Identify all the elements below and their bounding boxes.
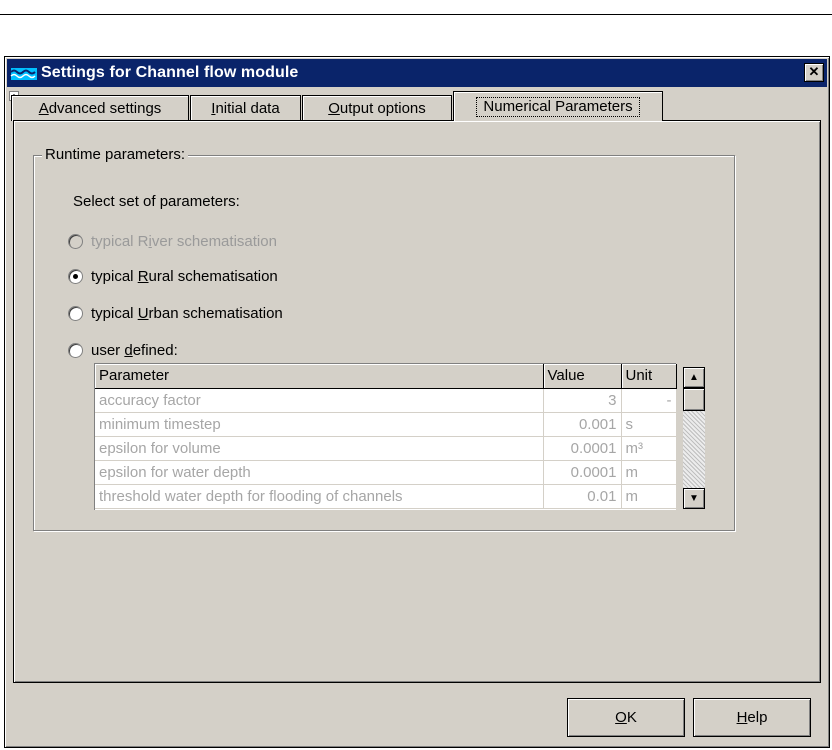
parameters-grid[interactable]: Parameter Value Unit accuracy factor 3 -… — [94, 363, 677, 510]
unit-cell[interactable]: m — [621, 484, 677, 509]
title-bar[interactable]: Settings for Channel flow module ✕ — [7, 59, 827, 87]
radio-label: typical Urban schematisation — [91, 305, 283, 322]
tab-label: Numerical Parameters — [476, 96, 640, 117]
value-cell[interactable]: 0.0001 — [543, 460, 622, 485]
radio-rural-schematisation[interactable]: typical Rural schematisation — [68, 268, 278, 285]
grid-vertical-scrollbar[interactable]: ▲ ▼ — [683, 367, 705, 509]
column-header-unit[interactable]: Unit — [621, 364, 677, 389]
tab-label: Advanced settings — [38, 100, 162, 117]
parameter-cell[interactable]: minimum timestep — [95, 412, 544, 437]
unit-cell[interactable]: s — [621, 412, 677, 437]
parameter-cell[interactable]: epsilon for water depth — [95, 460, 544, 485]
close-button[interactable]: ✕ — [804, 63, 824, 82]
scroll-down-button[interactable]: ▼ — [683, 488, 705, 509]
tab-initial-data[interactable]: Initial data — [190, 95, 301, 121]
radio-user-defined[interactable]: user defined: — [68, 342, 178, 359]
scroll-up-button[interactable]: ▲ — [683, 367, 705, 388]
ok-button[interactable]: OK — [567, 698, 685, 737]
radio-button[interactable] — [68, 343, 83, 358]
document-rule — [0, 14, 832, 15]
tab-label: Initial data — [211, 100, 280, 117]
close-icon: ✕ — [808, 64, 820, 79]
value-cell[interactable]: 0.01 — [543, 484, 622, 509]
tab-output-options[interactable]: Output options — [302, 95, 452, 121]
radio-label: typical Rural schematisation — [91, 268, 278, 285]
unit-cell[interactable]: m³ — [621, 436, 677, 461]
radio-urban-schematisation[interactable]: typical Urban schematisation — [68, 305, 283, 322]
tab-advanced-settings[interactable]: Advanced settings — [11, 95, 189, 121]
parameter-cell[interactable]: epsilon for volume — [95, 436, 544, 461]
radio-river-schematisation[interactable]: typical River schematisation — [68, 233, 277, 250]
grid-header-row: Parameter Value Unit — [95, 364, 677, 389]
arrow-down-icon: ▼ — [689, 493, 699, 504]
value-cell[interactable]: 3 — [543, 388, 622, 413]
table-row[interactable]: threshold water depth for flooding of ch… — [95, 484, 677, 509]
table-row[interactable]: accuracy factor 3 - — [95, 388, 677, 413]
ok-button-label: OK — [615, 709, 637, 726]
radio-label: user defined: — [91, 342, 178, 359]
parameter-cell[interactable]: accuracy factor — [95, 388, 544, 413]
value-cell[interactable]: 0.0001 — [543, 436, 622, 461]
table-row[interactable]: epsilon for water depth 0.0001 m — [95, 460, 677, 485]
select-set-label: Select set of parameters: — [73, 193, 240, 210]
radio-label: typical River schematisation — [91, 233, 277, 250]
arrow-up-icon: ▲ — [689, 372, 699, 383]
unit-cell[interactable]: m — [621, 460, 677, 485]
column-header-value[interactable]: Value — [543, 364, 622, 389]
column-header-parameter[interactable]: Parameter — [95, 364, 544, 389]
scroll-thumb[interactable] — [683, 388, 705, 411]
channel-flow-icon — [10, 62, 38, 84]
radio-button[interactable] — [68, 269, 83, 284]
unit-cell[interactable]: - — [621, 388, 677, 413]
table-row[interactable]: minimum timestep 0.001 s — [95, 412, 677, 437]
tab-label: Output options — [328, 100, 426, 117]
radio-button[interactable] — [68, 306, 83, 321]
radio-button[interactable] — [68, 234, 83, 249]
window-title: Settings for Channel flow module — [41, 64, 299, 81]
parameter-cell[interactable]: threshold water depth for flooding of ch… — [95, 484, 544, 509]
table-row[interactable]: epsilon for volume 0.0001 m³ — [95, 436, 677, 461]
settings-dialog: Settings for Channel flow module ✕ - Adv… — [4, 56, 830, 748]
group-title: Runtime parameters: — [42, 146, 189, 163]
help-button-label: Help — [736, 709, 768, 726]
tab-numerical-parameters[interactable]: Numerical Parameters — [453, 91, 663, 121]
value-cell[interactable]: 0.001 — [543, 412, 622, 437]
help-button[interactable]: Help — [693, 698, 811, 737]
